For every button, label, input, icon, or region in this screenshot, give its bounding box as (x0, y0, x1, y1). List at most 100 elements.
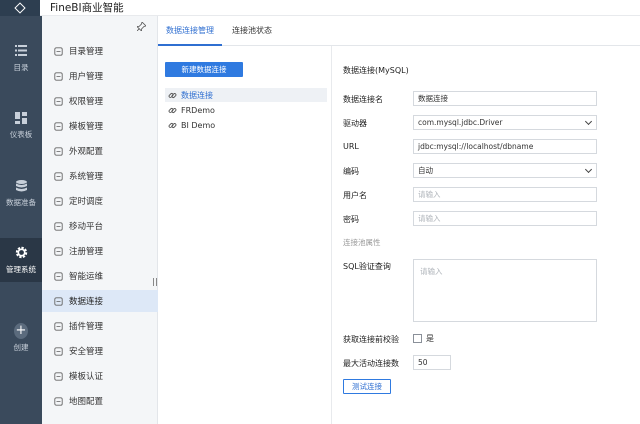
menu-item-label: 插件管理 (69, 322, 104, 332)
connection-item[interactable]: BI Demo (165, 118, 327, 132)
rail-label: 数据准备 (6, 197, 36, 207)
connection-label: 数据连接 (181, 90, 213, 100)
menu-item-label: 注册管理 (69, 247, 104, 257)
sql-validation-textarea[interactable]: 请输入 (413, 259, 597, 322)
logo[interactable] (0, 0, 40, 16)
driver-value: com.mysql.jdbc.Driver (418, 118, 503, 127)
rail-label: 创建 (13, 342, 29, 352)
menu-item-register[interactable]: 注册管理 (42, 240, 158, 262)
link-icon (168, 92, 177, 98)
menu-item-clock[interactable]: 定时调度 (42, 190, 158, 212)
menu-item-label: 用户管理 (69, 72, 104, 82)
connection-item[interactable]: FRDemo (165, 103, 327, 117)
plugin-icon (54, 321, 63, 331)
username-input[interactable]: 请输入 (413, 187, 597, 202)
new-connection-button[interactable]: 新建数据连接 (165, 62, 243, 77)
pool-section-title: 连接池属性 (343, 238, 381, 247)
password-label: 密码 (343, 215, 359, 224)
gear-icon (14, 246, 28, 260)
template-icon (54, 121, 63, 131)
link-icon (168, 122, 177, 128)
menu-item-map[interactable]: 地图配置 (42, 390, 158, 412)
form-title: 数据连接(MySQL) (343, 66, 409, 75)
menu-item-label: 模板管理 (69, 122, 104, 132)
connection-name-input[interactable]: 数据连接 (413, 91, 597, 106)
dashboard-icon (14, 111, 28, 125)
connection-label: FRDemo (181, 105, 215, 115)
validate-option-label: 是 (426, 334, 434, 343)
tab-bar: 数据连接管理 连接池状态 (158, 16, 640, 46)
rail-item-create[interactable]: + 创建 (0, 316, 42, 360)
connection-label: BI Demo (181, 120, 216, 130)
validate-label: 获取连接前校验 (343, 335, 399, 344)
chevron-down-icon (584, 165, 593, 174)
certify-icon (54, 371, 63, 381)
url-input[interactable]: jdbc:mysql://localhost/dbname (413, 139, 597, 154)
driver-select[interactable]: com.mysql.jdbc.Driver (413, 115, 597, 130)
menu-item-certify[interactable]: 模板认证 (42, 365, 158, 387)
left-rail: 目录 仪表板 数据准备 管理系统 + 创建 (0, 16, 42, 424)
link-icon (168, 107, 177, 113)
menu-item-template[interactable]: 模板管理 (42, 115, 158, 137)
encoding-label: 编码 (343, 167, 359, 176)
menu-item-mobile[interactable]: 移动平台 (42, 215, 158, 237)
database-icon (14, 179, 28, 193)
folder-icon (54, 296, 63, 306)
appearance-icon (54, 146, 63, 156)
rail-label: 管理系统 (6, 264, 36, 274)
menu-item-label: 目录管理 (69, 47, 104, 57)
menu-item-catalog[interactable]: 目录管理 (42, 40, 158, 62)
catalog-icon (54, 46, 63, 56)
mobile-icon (54, 221, 63, 231)
menu-item-ops[interactable]: 智能运维 (42, 265, 158, 287)
menu-item-label: 数据连接 (69, 297, 104, 307)
menu-item-label: 模板认证 (69, 372, 104, 382)
menu-item-label: 安全管理 (69, 347, 104, 357)
menu-item-label: 外观配置 (69, 147, 104, 157)
rail-item-catalog[interactable]: 目录 (0, 36, 42, 80)
user-icon (54, 71, 63, 81)
connection-list-panel: 新建数据连接 数据连接 FRDemo BI Demo (158, 46, 332, 424)
menu-item-plugin[interactable]: 插件管理 (42, 315, 158, 337)
plus-icon: + (14, 322, 28, 339)
menu-item-shield[interactable]: 安全管理 (42, 340, 158, 362)
register-icon (54, 246, 63, 256)
lock-icon (54, 96, 63, 106)
menu-item-label: 权限管理 (69, 97, 104, 107)
menu-item-label: 智能运维 (69, 272, 104, 282)
pin-icon[interactable] (136, 21, 147, 32)
menu-resize-handle[interactable] (153, 278, 157, 286)
rail-item-dashboard[interactable]: 仪表板 (0, 103, 42, 147)
menu-item-label: 移动平台 (69, 222, 104, 232)
menu-item-appearance[interactable]: 外观配置 (42, 140, 158, 162)
sql-label: SQL验证查询 (343, 262, 391, 271)
validate-checkbox[interactable] (413, 334, 422, 343)
menu-item-user[interactable]: 用户管理 (42, 65, 158, 87)
tab-connection-management[interactable]: 数据连接管理 (158, 16, 222, 46)
menu-item-label: 地图配置 (69, 397, 104, 407)
connection-form: 数据连接(MySQL) 数据连接名 数据连接 驱动器 com.mysql.jdb… (333, 46, 640, 424)
tab-pool-status[interactable]: 连接池状态 (222, 16, 282, 46)
encoding-select[interactable]: 自动 (413, 163, 597, 178)
rail-item-data-prep[interactable]: 数据准备 (0, 171, 42, 215)
encoding-value: 自动 (418, 166, 433, 175)
connection-item[interactable]: 数据连接 (165, 88, 327, 102)
menu-item-folder[interactable]: 数据连接 (42, 290, 158, 312)
top-bar: FineBI商业智能 (0, 0, 640, 16)
logo-icon (14, 2, 26, 14)
password-input[interactable]: 请输入 (413, 211, 597, 226)
map-icon (54, 396, 63, 406)
menu-item-lock[interactable]: 权限管理 (42, 90, 158, 112)
menu-item-system[interactable]: 系统管理 (42, 165, 158, 187)
max-active-input[interactable]: 50 (413, 355, 451, 370)
clock-icon (54, 196, 63, 206)
name-label: 数据连接名 (343, 95, 383, 104)
ops-icon (54, 271, 63, 281)
list-icon (14, 44, 28, 58)
username-label: 用户名 (343, 191, 367, 200)
app-title: FineBI商业智能 (50, 2, 124, 14)
test-connection-button[interactable]: 测试连接 (343, 379, 391, 394)
rail-item-admin[interactable]: 管理系统 (0, 238, 42, 282)
system-icon (54, 171, 63, 181)
menu-item-label: 定时调度 (69, 197, 104, 207)
